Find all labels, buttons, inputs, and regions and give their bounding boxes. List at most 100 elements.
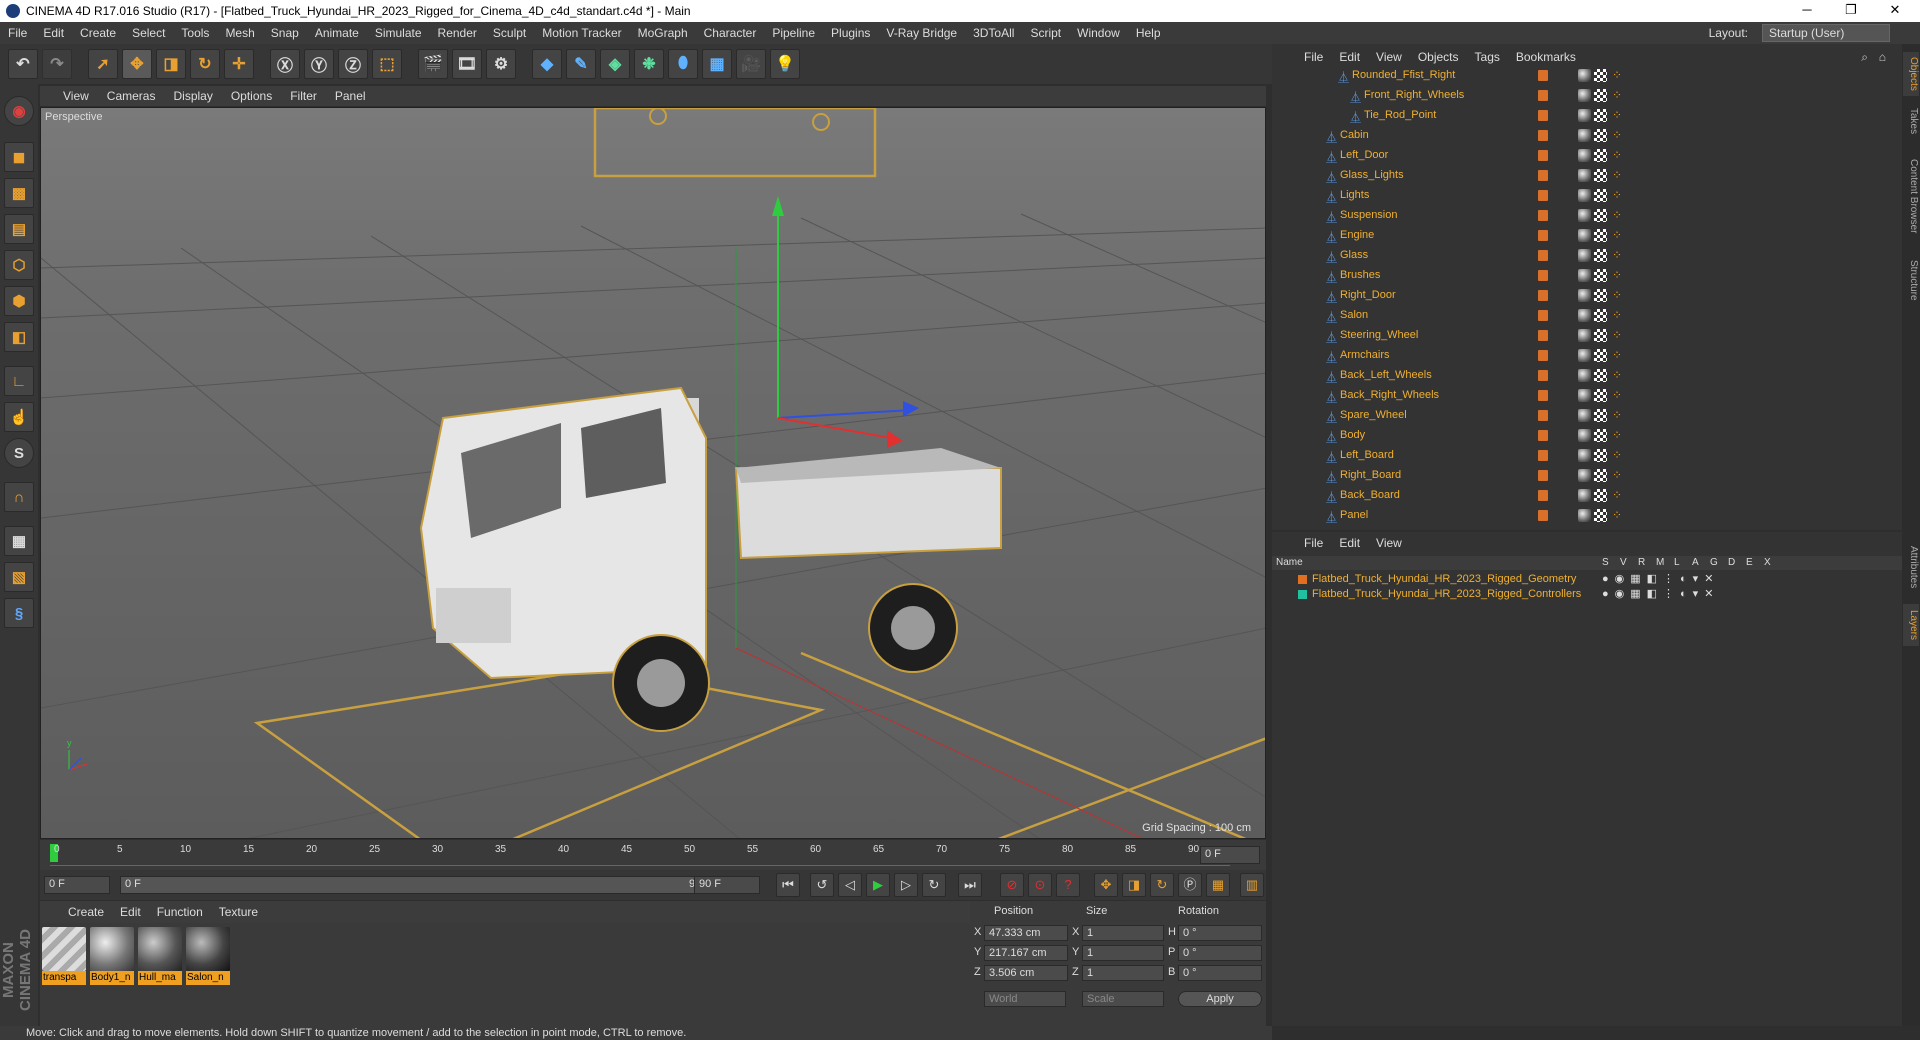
menu-pipeline[interactable]: Pipeline <box>764 26 823 40</box>
object-row[interactable]: ⏅ Body ⁘ <box>1272 426 1884 446</box>
locked-workplane-icon[interactable]: ▧ <box>4 562 34 592</box>
layer-color-swatch[interactable] <box>1298 575 1307 584</box>
timeline-ruler[interactable]: 0 5 10 15 20 25 30 35 40 45 50 55 60 65 70 75 80 85 90 0 F <box>40 840 1266 870</box>
texture-tag-icon[interactable] <box>1594 449 1607 462</box>
objects-menu-edit[interactable]: Edit <box>1331 50 1368 64</box>
end-frame-field[interactable]: 90 F <box>694 876 760 894</box>
constraint-tag-icon[interactable]: ⁘ <box>1612 468 1622 482</box>
texture-tag-icon[interactable] <box>1594 369 1607 382</box>
material-menu-create[interactable]: Create <box>60 905 112 919</box>
current-frame-field[interactable]: 0 F <box>1200 846 1260 864</box>
material-tag-icon[interactable] <box>1578 249 1591 262</box>
tab-structure[interactable]: Structure <box>1903 252 1919 308</box>
constraint-tag-icon[interactable]: ⁘ <box>1612 248 1622 262</box>
size-x-field[interactable]: 1 <box>1082 925 1164 941</box>
texture-mode-icon[interactable]: ▩ <box>4 178 34 208</box>
viewport-menu-cameras[interactable]: Cameras <box>98 89 165 103</box>
material-tag-icon[interactable] <box>1578 129 1591 142</box>
layer-row[interactable]: Flatbed_Truck_Hyundai_HR_2023_Rigged_Con… <box>1272 587 1902 602</box>
layer-color-icon[interactable] <box>1538 490 1548 501</box>
object-row[interactable]: ⏅ Back_Right_Wheels ⁘ <box>1272 386 1884 406</box>
pen-spline-icon[interactable]: ✎ <box>566 49 596 79</box>
texture-tag-icon[interactable] <box>1594 309 1607 322</box>
timeline-window-icon[interactable]: ▥ <box>1240 873 1264 897</box>
snap-icon[interactable]: S <box>4 438 34 468</box>
axis-mode-icon[interactable]: ∟ <box>4 366 34 396</box>
menu-script[interactable]: Script <box>1022 26 1069 40</box>
object-row[interactable]: ⏅ Right_Door ⁘ <box>1272 286 1884 306</box>
object-row[interactable]: ⏅ Left_Door ⁘ <box>1272 146 1884 166</box>
layer-color-icon[interactable] <box>1538 150 1548 161</box>
perspective-viewport[interactable]: y Perspective Grid Spacing : 100 cm <box>40 107 1266 839</box>
render-view-icon[interactable]: 🎬 <box>418 49 448 79</box>
texture-tag-icon[interactable] <box>1594 489 1607 502</box>
texture-tag-icon[interactable] <box>1594 349 1607 362</box>
render-picture-viewer-icon[interactable]: 🎞 <box>452 49 482 79</box>
viewport-menu-options[interactable]: Options <box>222 89 281 103</box>
layer-color-icon[interactable] <box>1538 130 1548 141</box>
object-row[interactable]: ⏅ Cabin ⁘ <box>1272 126 1884 146</box>
tab-takes[interactable]: Takes <box>1903 104 1919 138</box>
constraint-tag-icon[interactable]: ⁘ <box>1612 108 1622 122</box>
cube-icon[interactable]: ◆ <box>532 49 562 79</box>
material-tag-icon[interactable] <box>1578 189 1591 202</box>
material-tag-icon[interactable] <box>1578 169 1591 182</box>
texture-tag-icon[interactable] <box>1594 149 1607 162</box>
layer-color-icon[interactable] <box>1538 330 1548 341</box>
menu-select[interactable]: Select <box>124 26 173 40</box>
transform-tool-icon[interactable]: ✛ <box>224 49 254 79</box>
record-scale-icon[interactable]: ◨ <box>1122 873 1146 897</box>
home-icon[interactable]: ⌂ <box>1871 50 1894 64</box>
record-position-icon[interactable]: ✥ <box>1094 873 1118 897</box>
rotation-b-field[interactable]: 0 ° <box>1178 965 1262 981</box>
size-mode-dropdown[interactable]: Scale <box>1082 991 1164 1007</box>
object-row[interactable]: ⏅ Armchairs ⁘ <box>1272 346 1884 366</box>
layer-color-icon[interactable] <box>1538 510 1548 521</box>
material-tag-icon[interactable] <box>1578 389 1591 402</box>
layers-menu-file[interactable]: File <box>1296 536 1331 550</box>
material-tag-icon[interactable] <box>1578 469 1591 482</box>
constraint-tag-icon[interactable]: ⁘ <box>1612 128 1622 142</box>
layer-color-icon[interactable] <box>1538 470 1548 481</box>
constraint-tag-icon[interactable]: ⁘ <box>1612 208 1622 222</box>
layer-color-icon[interactable] <box>1538 230 1548 241</box>
objects-menu-file[interactable]: File <box>1296 50 1331 64</box>
object-row[interactable]: ⏅ Left_Board ⁘ <box>1272 446 1884 466</box>
texture-tag-icon[interactable] <box>1594 229 1607 242</box>
material-tag-icon[interactable] <box>1578 329 1591 342</box>
make-editable-icon[interactable]: ◉ <box>4 96 34 126</box>
material-swatch[interactable]: Body1_n <box>90 927 134 987</box>
texture-tag-icon[interactable] <box>1594 109 1607 122</box>
magnet-icon[interactable]: ∩ <box>4 482 34 512</box>
material-tag-icon[interactable] <box>1578 509 1591 522</box>
object-row[interactable]: ⏅ Front_Right_Wheels ⁘ <box>1272 86 1884 106</box>
layer-color-icon[interactable] <box>1538 250 1548 261</box>
object-row[interactable]: ⏅ Salon ⁘ <box>1272 306 1884 326</box>
record-keys-icon[interactable]: ⊘ <box>1000 873 1024 897</box>
constraint-tag-icon[interactable]: ⁘ <box>1612 228 1622 242</box>
layer-color-icon[interactable] <box>1538 210 1548 221</box>
material-tag-icon[interactable] <box>1578 409 1591 422</box>
texture-tag-icon[interactable] <box>1594 209 1607 222</box>
layer-toggle-icons[interactable]: ●◉▦◧⋮◐▾✕ <box>1602 572 1719 585</box>
undo-icon[interactable]: ↶ <box>8 49 38 79</box>
constraint-tag-icon[interactable]: ⁘ <box>1612 368 1622 382</box>
texture-tag-icon[interactable] <box>1594 469 1607 482</box>
material-swatch[interactable]: Hull_ma <box>138 927 182 987</box>
material-tag-icon[interactable] <box>1578 289 1591 302</box>
texture-tag-icon[interactable] <box>1594 89 1607 102</box>
workplane-icon[interactable]: ▦ <box>4 526 34 556</box>
live-selection-icon[interactable]: ➚ <box>88 49 118 79</box>
object-row[interactable]: ⏅ Glass_Lights ⁘ <box>1272 166 1884 186</box>
texture-tag-icon[interactable] <box>1594 389 1607 402</box>
keyframe-selection-icon[interactable]: ? <box>1056 873 1080 897</box>
texture-tag-icon[interactable] <box>1594 329 1607 342</box>
viewport-menu-filter[interactable]: Filter <box>281 89 326 103</box>
object-row[interactable]: ⏅ Brushes ⁘ <box>1272 266 1884 286</box>
layer-color-icon[interactable] <box>1538 430 1548 441</box>
constraint-tag-icon[interactable]: ⁘ <box>1612 168 1622 182</box>
layer-color-icon[interactable] <box>1538 410 1548 421</box>
scale-tool-icon[interactable]: ◨ <box>156 49 186 79</box>
object-row[interactable]: ⏅ Tie_Rod_Point ⁘ <box>1272 106 1884 126</box>
menu-animate[interactable]: Animate <box>307 26 367 40</box>
